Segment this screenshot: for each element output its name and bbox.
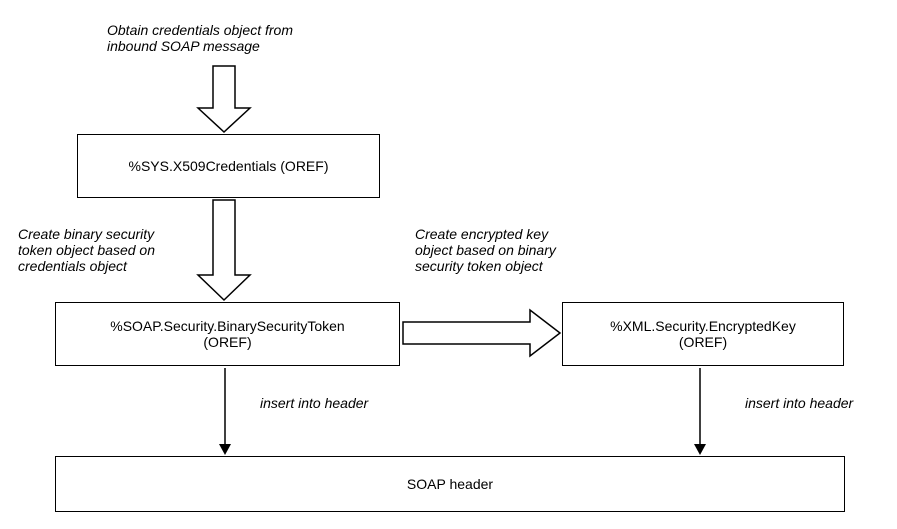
arrow-enckey-to-header: [694, 368, 706, 455]
caption-line: token object based on: [18, 242, 155, 258]
box-label: %SYS.X509Credentials (OREF): [129, 158, 329, 174]
caption-create-binary-token: Create binary security token object base…: [18, 226, 155, 274]
label-insert-right: insert into header: [745, 395, 853, 411]
arrow-credentials-to-bst: [198, 200, 250, 300]
arrow-bst-to-enckey: [403, 310, 560, 356]
box-label-line: %XML.Security.EncryptedKey: [610, 318, 796, 334]
box-x509-credentials: %SYS.X509Credentials (OREF): [77, 134, 380, 198]
caption-create-encrypted-key: Create encrypted key object based on bin…: [415, 226, 556, 274]
box-soap-header: SOAP header: [55, 456, 845, 512]
caption-line: object based on binary: [415, 242, 556, 258]
arrow-top-to-credentials: [198, 66, 250, 132]
caption-obtain-credentials: Obtain credentials object from inbound S…: [107, 22, 293, 54]
box-label: SOAP header: [407, 476, 493, 492]
caption-line: Obtain credentials object from: [107, 22, 293, 38]
box-label-line: %SOAP.Security.BinarySecurityToken: [110, 318, 344, 334]
caption-line: Create binary security: [18, 226, 155, 242]
caption-line: inbound SOAP message: [107, 38, 293, 54]
caption-line: Create encrypted key: [415, 226, 556, 242]
caption-line: security token object: [415, 258, 556, 274]
arrow-bst-to-header: [219, 368, 231, 455]
label-insert-left: insert into header: [260, 395, 368, 411]
caption-line: credentials object: [18, 258, 155, 274]
box-encrypted-key: %XML.Security.EncryptedKey (OREF): [562, 302, 844, 366]
diagram-container: Obtain credentials object from inbound S…: [0, 0, 897, 529]
box-binary-security-token: %SOAP.Security.BinarySecurityToken (OREF…: [55, 302, 400, 366]
box-label-line: (OREF): [679, 334, 727, 350]
box-label-line: (OREF): [203, 334, 251, 350]
